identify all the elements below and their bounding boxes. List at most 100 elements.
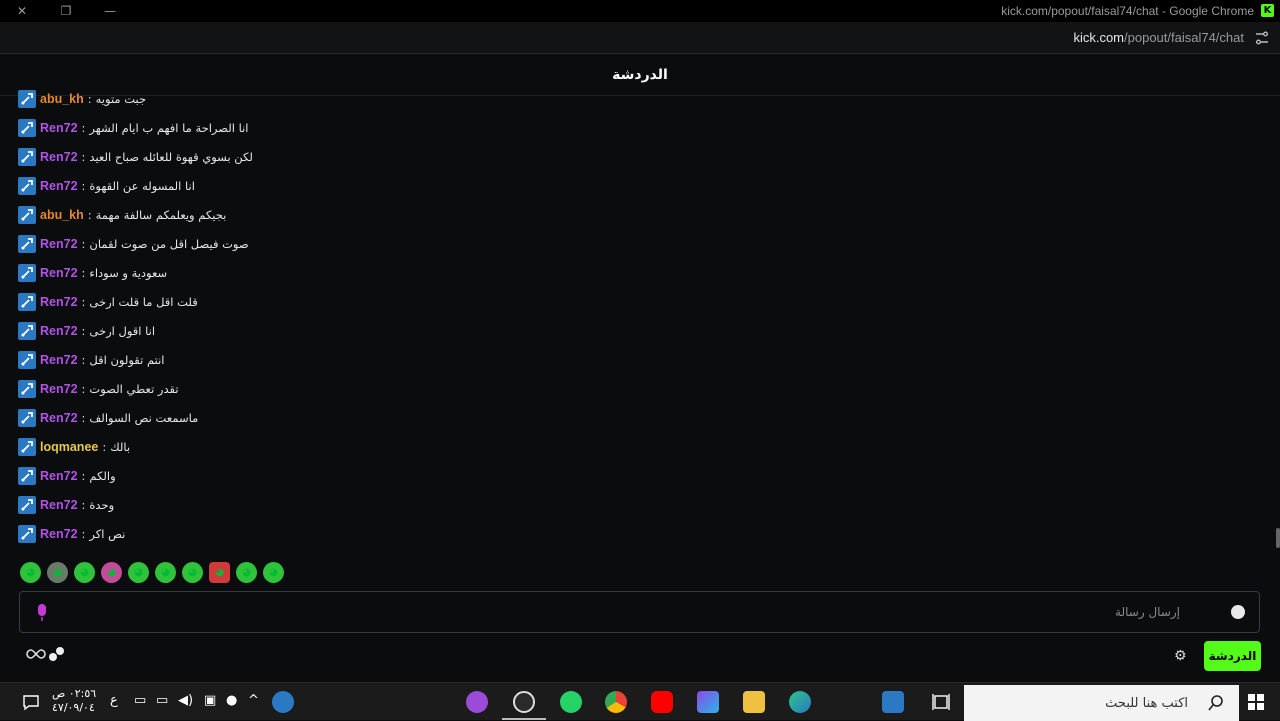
- chat-username[interactable]: Ren72: [40, 382, 78, 396]
- chat-username[interactable]: Ren72: [40, 353, 78, 367]
- microphone-icon[interactable]: [36, 603, 48, 623]
- chat-message: Ren72: والكم: [18, 464, 116, 488]
- windows-start-icon[interactable]: [1248, 694, 1264, 710]
- chat-username[interactable]: Ren72: [40, 295, 78, 309]
- moderator-sword-icon[interactable]: [18, 177, 36, 195]
- gear-icon[interactable]: ⚙: [1174, 649, 1188, 663]
- chat-text: سعودية و سوداء: [89, 266, 168, 280]
- chat-input-box[interactable]: [19, 591, 1260, 633]
- restore-icon[interactable]: ❐: [44, 0, 88, 22]
- whatsapp-icon[interactable]: [560, 691, 582, 713]
- site-settings-icon[interactable]: [1254, 30, 1270, 46]
- chat-message: Ren72: لكن بسوي قهوة للعائله صباح العيد: [18, 145, 253, 169]
- chat-separator: :: [81, 121, 86, 135]
- moderator-sword-icon[interactable]: [18, 119, 36, 137]
- taskbar-clock[interactable]: ٠٢:٥٦ ص ٤٧/٠٩/٠٤: [52, 687, 96, 715]
- chat-text: جبت متويه: [95, 92, 147, 106]
- chat-username[interactable]: Ren72: [40, 469, 78, 483]
- url-text[interactable]: kick.com/popout/faisal74/chat: [1073, 30, 1244, 45]
- emote-icon[interactable]: ◕: [20, 562, 41, 583]
- moderator-sword-icon[interactable]: [18, 264, 36, 282]
- edge-icon[interactable]: [789, 691, 811, 713]
- help-icon[interactable]: [272, 691, 294, 713]
- moderator-sword-icon[interactable]: [18, 438, 36, 456]
- moderator-sword-icon[interactable]: [18, 380, 36, 398]
- chat-username[interactable]: loqmanee: [40, 440, 98, 454]
- chat-title: الدردشة: [612, 66, 668, 83]
- send-chat-button[interactable]: الدردشة: [1204, 641, 1261, 671]
- emote-icon[interactable]: ◕: [209, 562, 230, 583]
- task-view-icon[interactable]: [930, 691, 952, 713]
- volume-icon[interactable]: ◀): [178, 693, 193, 708]
- outlook-icon[interactable]: [882, 691, 904, 713]
- moderator-sword-icon[interactable]: [18, 351, 36, 369]
- chat-text: بالك: [110, 440, 131, 454]
- chat-username[interactable]: Ren72: [40, 527, 78, 541]
- youtube-icon[interactable]: [651, 691, 673, 713]
- emote-icon[interactable]: ◕: [128, 562, 149, 583]
- emote-icon[interactable]: ◕: [101, 562, 122, 583]
- minimize-icon[interactable]: —: [88, 0, 132, 22]
- chat-separator: :: [87, 92, 92, 106]
- chat-username[interactable]: Ren72: [40, 121, 78, 135]
- chat-message-input[interactable]: [80, 602, 1180, 622]
- mic-tray-icon[interactable]: ●: [226, 693, 237, 708]
- close-icon[interactable]: ✕: [0, 0, 44, 22]
- emote-icon[interactable]: ◕: [155, 562, 176, 583]
- chat-username[interactable]: Ren72: [40, 266, 78, 280]
- address-bar[interactable]: kick.com/popout/faisal74/chat: [0, 22, 1280, 54]
- infinity-icon[interactable]: [26, 647, 46, 661]
- emote-icon[interactable]: ◕: [47, 562, 68, 583]
- notifications-icon[interactable]: [20, 691, 42, 713]
- moderator-sword-icon[interactable]: [18, 496, 36, 514]
- taskbar-search[interactable]: [964, 685, 1239, 721]
- scrollbar-thumb[interactable]: [1276, 528, 1280, 548]
- chat-message: Ren72: تقدر تعطي الصوت: [18, 377, 179, 401]
- chat-username[interactable]: Ren72: [40, 324, 78, 338]
- network-icon[interactable]: ▭: [134, 693, 146, 708]
- moderator-sword-icon[interactable]: [18, 525, 36, 543]
- chat-username[interactable]: Ren72: [40, 498, 78, 512]
- points-icon[interactable]: [48, 646, 66, 662]
- chat-message: Ren72: انتم تقولون اقل: [18, 348, 165, 372]
- chat-message: loqmanee: بالك: [18, 435, 130, 459]
- emote-icon[interactable]: ◕: [236, 562, 257, 583]
- moderator-sword-icon[interactable]: [18, 293, 36, 311]
- chat-message: Ren72: نص اكر: [18, 522, 125, 546]
- moderator-sword-icon[interactable]: [18, 206, 36, 224]
- device-icon[interactable]: ▣: [204, 693, 216, 708]
- input-language[interactable]: ع: [110, 693, 118, 708]
- chat-username[interactable]: Ren72: [40, 411, 78, 425]
- chat-messages[interactable]: abu_kh: جبت متويه Ren72: انا الصراحة ما افه…: [0, 88, 1270, 550]
- chrome-icon[interactable]: [605, 691, 627, 713]
- chevron-up-icon[interactable]: ^: [248, 693, 259, 708]
- emote-icon[interactable]: ◕: [263, 562, 284, 583]
- taskbar-search-input[interactable]: [978, 693, 1188, 713]
- obs-icon[interactable]: [513, 691, 535, 713]
- chat-separator: :: [81, 498, 86, 512]
- chat-scrollbar[interactable]: [1276, 96, 1280, 552]
- chat-username[interactable]: abu_kh: [40, 92, 84, 106]
- moderator-sword-icon[interactable]: [18, 409, 36, 427]
- battery-icon[interactable]: ▭: [156, 693, 168, 708]
- chat-username[interactable]: Ren72: [40, 150, 78, 164]
- emoji-picker-icon[interactable]: [1231, 605, 1245, 619]
- file-explorer-icon[interactable]: [743, 691, 765, 713]
- moderator-sword-icon[interactable]: [18, 90, 36, 108]
- chat-separator: :: [102, 440, 107, 454]
- chat-message: abu_kh: بجيكم ويعلمكم سالفة مهمة: [18, 203, 226, 227]
- moderator-sword-icon[interactable]: [18, 467, 36, 485]
- moderator-sword-icon[interactable]: [18, 148, 36, 166]
- emote-icon[interactable]: ◕: [74, 562, 95, 583]
- emote-icon[interactable]: ◕: [182, 562, 203, 583]
- moderator-sword-icon[interactable]: [18, 235, 36, 253]
- app-icon-purple[interactable]: [466, 691, 488, 713]
- chat-username[interactable]: Ren72: [40, 179, 78, 193]
- chat-message: Ren72: ماسمعت نص السوالف: [18, 406, 198, 430]
- windows-taskbar: ٠٢:٥٦ ص ٤٧/٠٩/٠٤ ع ▭ ▭ ◀) ▣ ● ^: [0, 682, 1280, 721]
- office-icon[interactable]: [697, 691, 719, 713]
- chat-username[interactable]: Ren72: [40, 237, 78, 251]
- moderator-sword-icon[interactable]: [18, 322, 36, 340]
- chat-username[interactable]: abu_kh: [40, 208, 84, 222]
- window-controls: ✕ ❐ —: [0, 0, 132, 22]
